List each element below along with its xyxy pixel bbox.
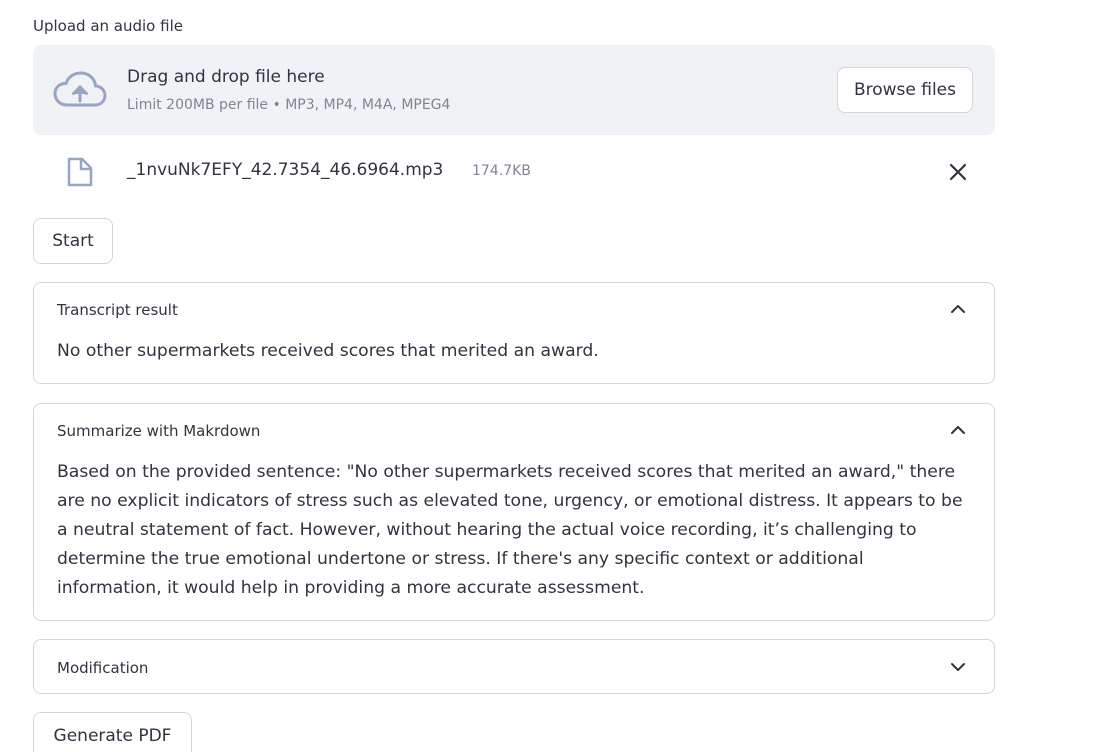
app-page: Upload an audio file Drag and drop file … — [0, 0, 1114, 752]
dropzone-title: Drag and drop file here — [127, 67, 325, 87]
summary-text: Based on the provided sentence: "No othe… — [57, 462, 963, 598]
summary-expander: Summarize with Makrdown Based on the pro… — [33, 403, 995, 621]
summary-expander-header[interactable]: Summarize with Makrdown — [34, 404, 994, 456]
transcript-expander-title: Transcript result — [57, 301, 178, 319]
transcript-expander: Transcript result No other supermarkets … — [33, 282, 995, 384]
chevron-up-icon — [951, 426, 965, 434]
transcript-expander-header[interactable]: Transcript result — [34, 283, 994, 335]
browse-files-button[interactable]: Browse files — [836, 67, 973, 113]
uploaded-file-name: _1nvuNk7EFY_42.7354_46.6964.mp3 — [127, 160, 444, 180]
cloud-upload-icon — [53, 71, 107, 107]
dropzone-limit-text: Limit 200MB per file • MP3, MP4, M4A, MP… — [127, 97, 451, 113]
chevron-down-icon — [951, 663, 965, 671]
close-icon[interactable] — [948, 162, 968, 182]
chevron-up-icon — [951, 305, 965, 313]
modification-expander-header[interactable]: Modification — [34, 640, 994, 695]
file-dropzone[interactable]: Drag and drop file here Limit 200MB per … — [33, 45, 995, 135]
transcript-text: No other supermarkets received scores th… — [57, 341, 599, 361]
modification-expander: Modification — [33, 639, 995, 694]
modification-expander-title: Modification — [57, 659, 149, 677]
file-icon — [67, 157, 93, 187]
upload-label: Upload an audio file — [33, 17, 183, 35]
generate-pdf-button[interactable]: Generate PDF — [33, 712, 192, 752]
summary-expander-title: Summarize with Makrdown — [57, 422, 261, 440]
uploaded-file-row: _1nvuNk7EFY_42.7354_46.6964.mp3 174.7KB — [33, 150, 995, 194]
start-button[interactable]: Start — [33, 218, 113, 264]
uploaded-file-size: 174.7KB — [472, 163, 531, 179]
